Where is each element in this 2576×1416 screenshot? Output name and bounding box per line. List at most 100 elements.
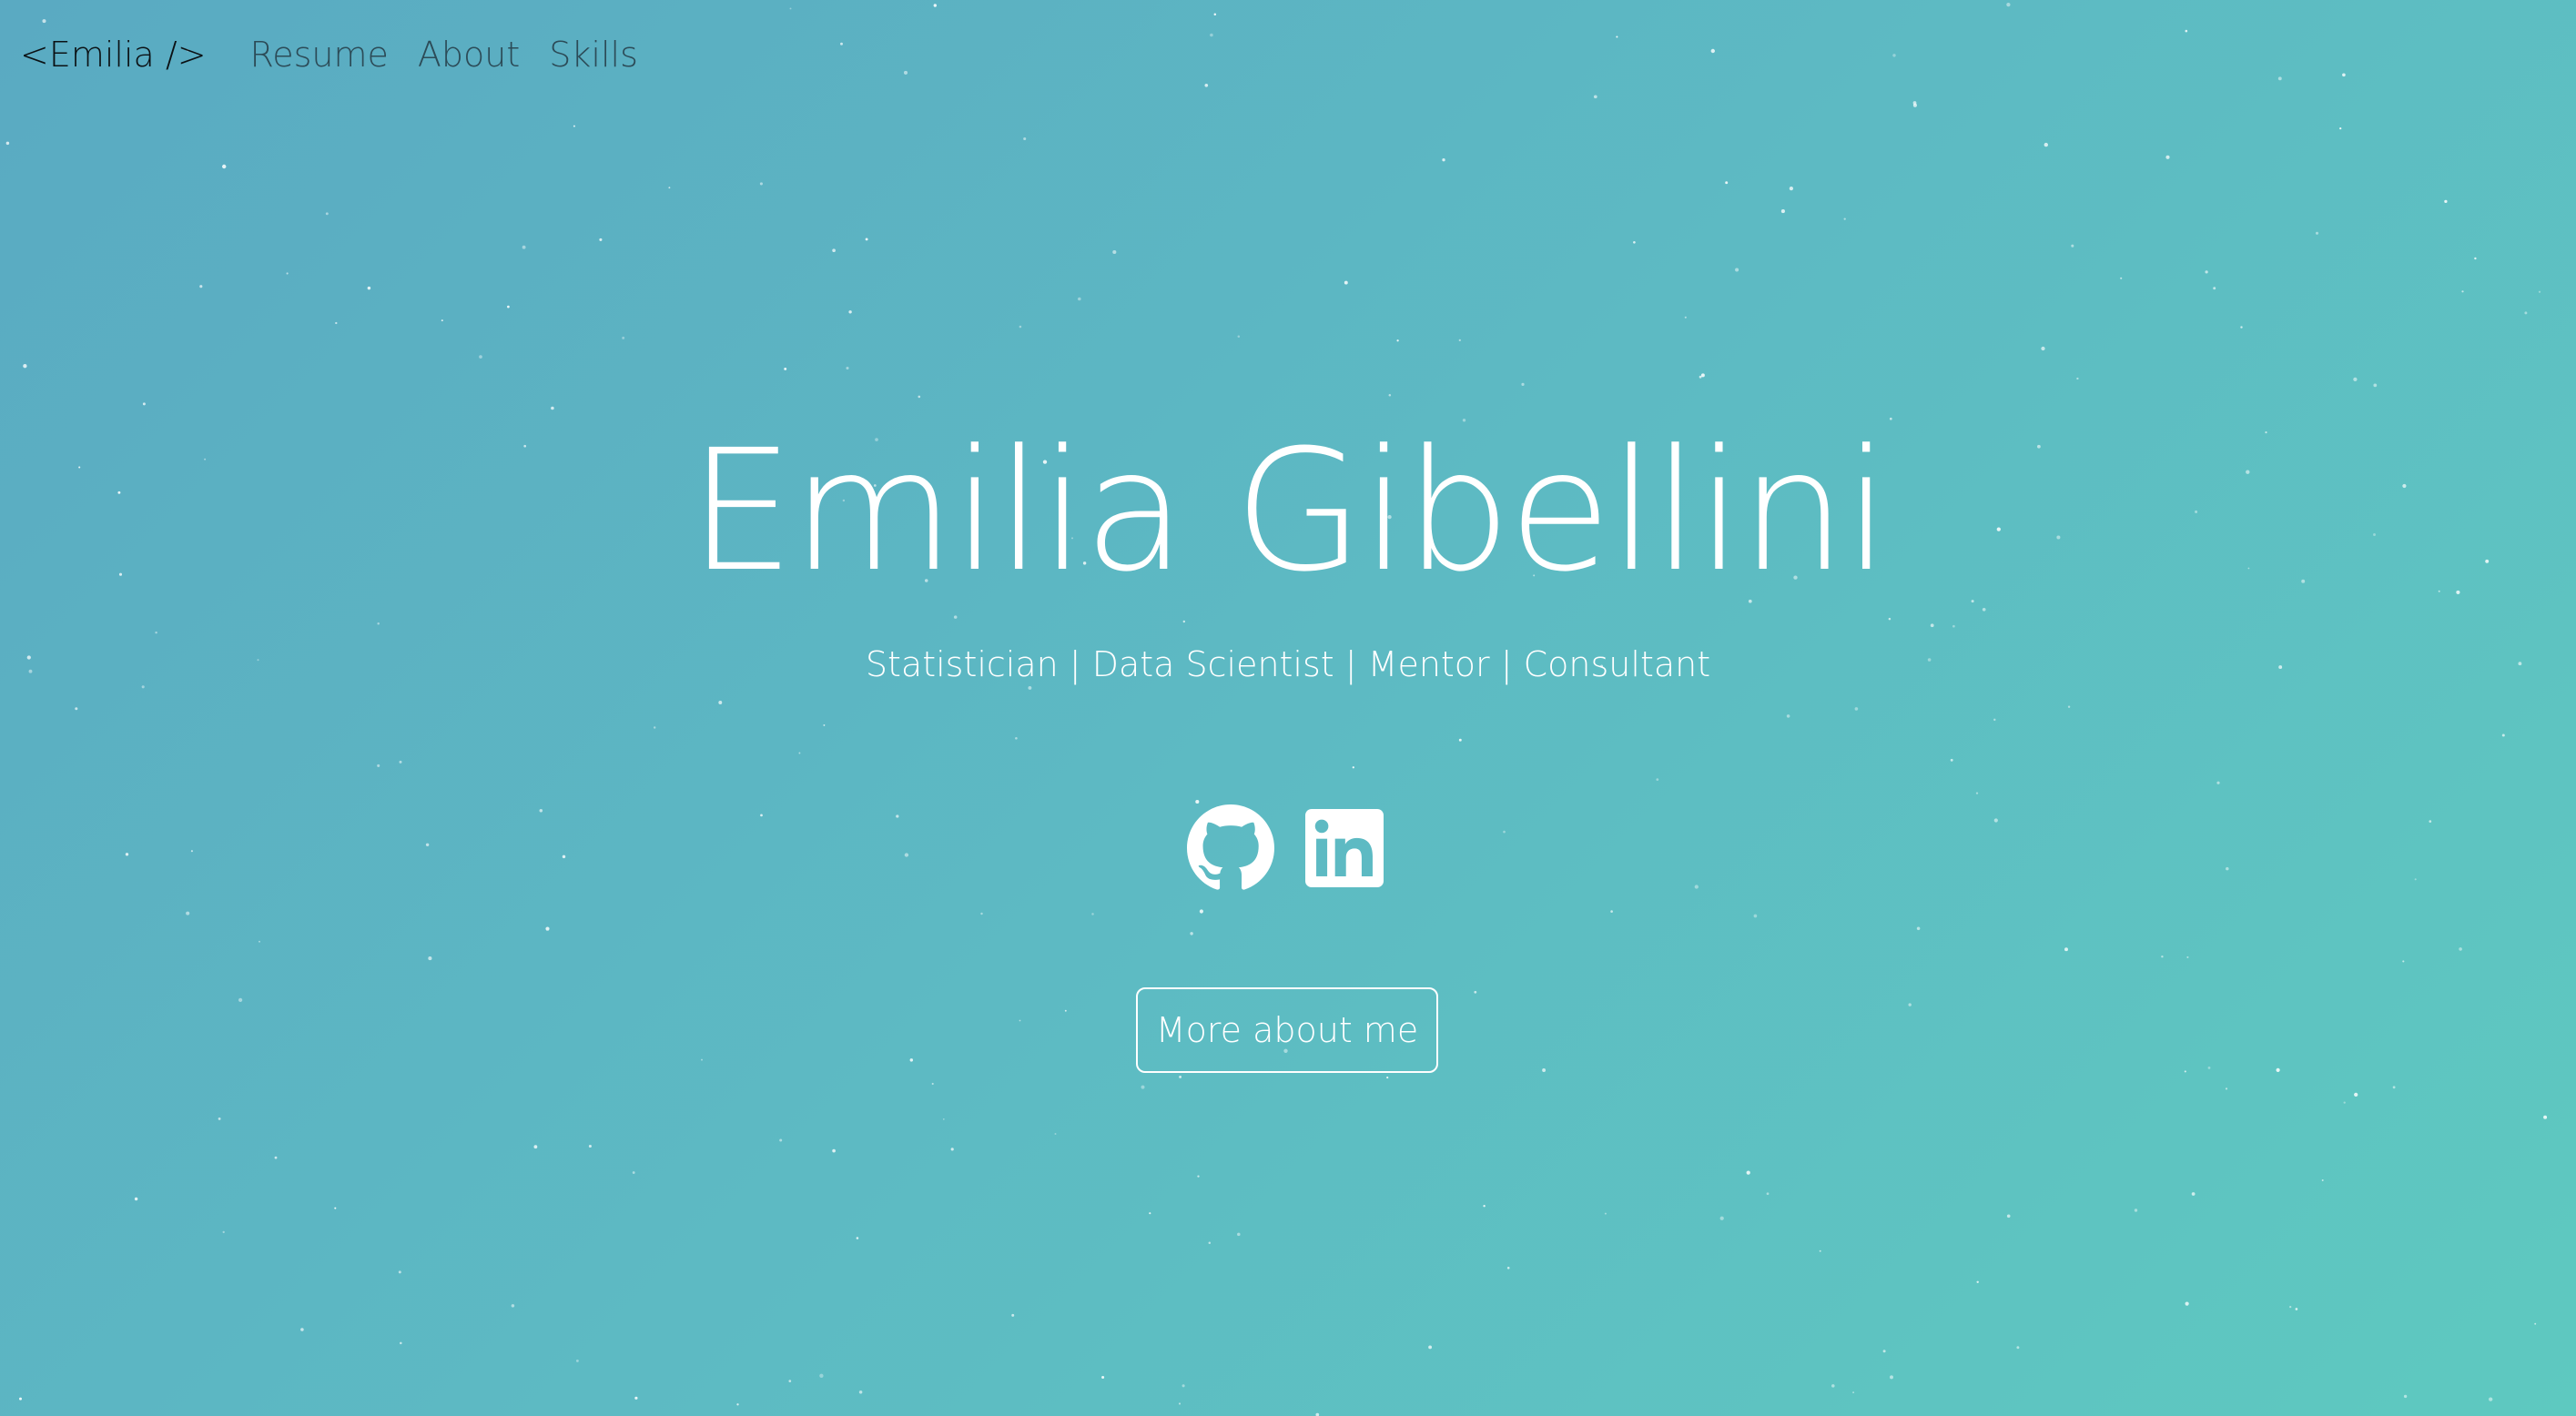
star-dot bbox=[2161, 955, 2164, 958]
star-dot bbox=[865, 238, 868, 241]
star-dot bbox=[784, 367, 787, 370]
star-dot bbox=[479, 355, 482, 359]
star-dot bbox=[1503, 830, 1506, 834]
more-about-me-button[interactable]: More about me bbox=[1136, 987, 1438, 1073]
star-dot bbox=[668, 187, 671, 189]
star-dot bbox=[819, 1373, 824, 1378]
star-dot bbox=[1542, 1068, 1547, 1072]
star-dot bbox=[425, 843, 430, 847]
star-dot bbox=[2064, 947, 2068, 952]
star-dot bbox=[1101, 1375, 1105, 1380]
star-dot bbox=[1975, 792, 1979, 794]
nav-item-resume[interactable]: Resume bbox=[250, 35, 389, 75]
star-dot bbox=[846, 366, 849, 370]
star-dot bbox=[1930, 623, 1934, 628]
star-dot bbox=[848, 310, 852, 314]
star-dot bbox=[2444, 199, 2448, 204]
star-dot bbox=[2403, 1394, 2408, 1399]
star-dot bbox=[2501, 733, 2505, 737]
star-dot bbox=[931, 1082, 934, 1086]
hero-name: Emilia Gibellini bbox=[688, 414, 1891, 609]
star-dot bbox=[522, 245, 526, 249]
star-dot bbox=[398, 1270, 401, 1274]
star-dot bbox=[2076, 377, 2079, 380]
star-dot bbox=[789, 7, 792, 10]
star-dot bbox=[1882, 1350, 1886, 1353]
star-dot bbox=[428, 956, 432, 961]
navbar: <Emilia /> Resume About Skills bbox=[20, 27, 667, 82]
star-dot bbox=[2191, 1192, 2196, 1196]
star-dot bbox=[2225, 1087, 2228, 1090]
star-dot bbox=[622, 336, 625, 339]
star-dot bbox=[1388, 394, 1392, 397]
star-dot bbox=[1753, 914, 1758, 918]
star-dot bbox=[1197, 1175, 1200, 1178]
hero-tagline: Statistician | Data Scientist | Mentor |… bbox=[865, 644, 1711, 684]
star-dot bbox=[23, 364, 27, 369]
star-dot bbox=[545, 926, 550, 931]
star-dot bbox=[2489, 1397, 2493, 1401]
social-links bbox=[1187, 804, 1384, 892]
star-dot bbox=[2353, 377, 2358, 382]
nav-item-skills[interactable]: Skills bbox=[549, 35, 638, 75]
star-dot bbox=[1908, 1003, 1912, 1006]
star-dot bbox=[858, 1391, 863, 1394]
star-dot bbox=[2006, 2, 2011, 7]
nav-item-about[interactable]: About bbox=[418, 35, 520, 75]
star-dot bbox=[1011, 1313, 1015, 1317]
star-dot bbox=[1610, 910, 1613, 913]
star-dot bbox=[238, 997, 243, 1003]
star-dot bbox=[933, 4, 938, 7]
star-dot bbox=[575, 1359, 579, 1362]
star-dot bbox=[1786, 714, 1790, 718]
star-dot bbox=[798, 752, 801, 754]
star-dot bbox=[1521, 382, 1525, 386]
star-dot bbox=[1237, 1232, 1241, 1237]
star-dot bbox=[1396, 339, 1399, 342]
star-dot bbox=[1656, 778, 1659, 781]
star-dot bbox=[186, 911, 190, 915]
star-dot bbox=[653, 726, 656, 729]
star-dot bbox=[2067, 705, 2071, 708]
star-dot bbox=[1208, 1241, 1212, 1244]
star-dot bbox=[634, 1396, 638, 1400]
star-dot bbox=[1064, 1009, 1067, 1012]
star-dot bbox=[1091, 913, 1094, 915]
star-dot bbox=[1746, 1170, 1750, 1175]
star-dot bbox=[1890, 1375, 1893, 1380]
github-link[interactable] bbox=[1187, 804, 1274, 892]
star-dot bbox=[2134, 1209, 2138, 1212]
star-dot bbox=[2474, 257, 2477, 260]
star-dot bbox=[904, 853, 909, 857]
star-dot bbox=[335, 321, 338, 325]
star-dot bbox=[1483, 1205, 1486, 1208]
star-dot bbox=[334, 1207, 337, 1209]
star-dot bbox=[2071, 244, 2074, 248]
star-dot bbox=[441, 319, 443, 322]
star-dot bbox=[2315, 231, 2319, 235]
star-dot bbox=[942, 1118, 945, 1120]
star-dot bbox=[2226, 866, 2229, 871]
star-dot bbox=[2321, 1179, 2324, 1181]
star-dot bbox=[1182, 1384, 1185, 1388]
star-dot bbox=[2354, 1092, 2358, 1097]
brand-logo[interactable]: <Emilia /> bbox=[20, 35, 207, 75]
star-dot bbox=[2524, 311, 2528, 315]
star-dot bbox=[1735, 268, 1739, 272]
star-dot bbox=[1719, 1216, 1724, 1220]
linkedin-link[interactable] bbox=[1305, 809, 1384, 887]
star-dot bbox=[632, 1171, 635, 1174]
star-dot bbox=[2186, 956, 2189, 958]
star-dot bbox=[2041, 346, 2045, 351]
star-dot bbox=[141, 685, 145, 689]
star-dot bbox=[1190, 932, 1193, 936]
star-dot bbox=[2216, 781, 2220, 784]
star-dot bbox=[125, 853, 129, 856]
star-dot bbox=[2295, 1308, 2298, 1310]
star-field-background bbox=[5, 2, 2548, 1416]
star-dot bbox=[840, 42, 843, 46]
star-dot bbox=[2538, 290, 2541, 293]
star-dot bbox=[2185, 29, 2188, 33]
star-dot bbox=[832, 248, 836, 253]
github-icon bbox=[1187, 804, 1274, 890]
